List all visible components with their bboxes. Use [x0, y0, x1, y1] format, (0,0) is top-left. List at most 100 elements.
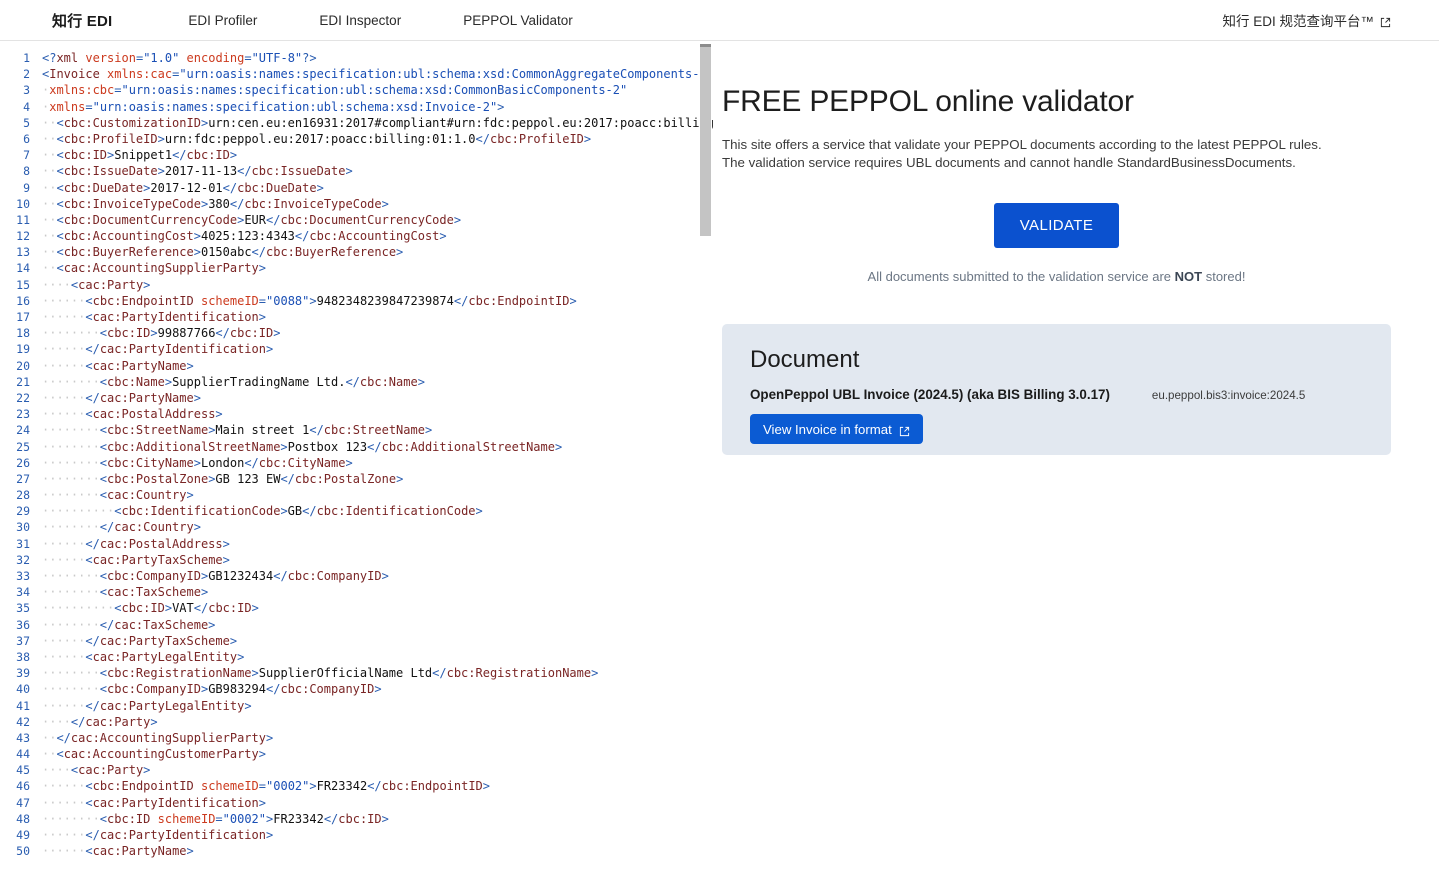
line-content: ········<cbc:AdditionalStreetName>Postbo…	[42, 439, 563, 454]
line-number: 43	[16, 730, 30, 745]
xml-editor-pane[interactable]: 1 <?xml version="1.0" encoding="UTF-8"?> 2…	[0, 41, 713, 874]
validator-pane: FREE PEPPOL online validator This site o…	[714, 41, 1439, 874]
code-line[interactable]: 39 ········<cbc:RegistrationName>Supplier…	[0, 665, 713, 681]
line-number: 10	[16, 196, 30, 211]
line-number: 4	[23, 99, 30, 114]
line-content: ······<cac:PartyIdentification>	[42, 310, 266, 324]
code-line[interactable]: 17 ······<cac:PartyIdentification>	[0, 309, 713, 325]
code-line[interactable]: 14 ··<cac:AccountingSupplierParty>	[0, 260, 713, 276]
line-number: 27	[16, 471, 30, 486]
line-content: ······<cac:PostalAddress>	[42, 407, 223, 422]
view-invoice-button-label: View Invoice in format	[763, 421, 892, 437]
code-line[interactable]: 50 ······<cac:PartyName>	[0, 843, 713, 859]
code-line[interactable]: 25 ········<cbc:AdditionalStreetName>Post…	[0, 439, 713, 455]
line-number: 5	[23, 115, 30, 130]
line-content: ········<cbc:PostalZone>GB 123 EW</cbc:P…	[42, 471, 404, 486]
nav-item-edi-profiler[interactable]: EDI Profiler	[188, 13, 257, 28]
line-number: 29	[16, 504, 30, 519]
code-line[interactable]: 9 ··<cbc:DueDate>2017-12-01</cbc:DueDate>	[0, 180, 713, 196]
code-line[interactable]: 36 ········</cac:TaxScheme>	[0, 617, 713, 633]
xml-code-lines[interactable]: 1 <?xml version="1.0" encoding="UTF-8"?> 2…	[0, 41, 713, 874]
code-line[interactable]: 22 ······</cac:PartyName>	[0, 390, 713, 406]
code-line[interactable]: 20 ······<cac:PartyName>	[0, 358, 713, 374]
line-number: 42	[16, 714, 30, 729]
intro-line-1: This site offers a service that validate…	[722, 137, 1322, 152]
code-line[interactable]: 10 ··<cbc:InvoiceTypeCode>380</cbc:Invoic…	[0, 196, 713, 212]
code-line[interactable]: 33 ········<cbc:CompanyID>GB1232434</cbc:…	[0, 568, 713, 584]
code-line[interactable]: 46 ······<cbc:EndpointID schemeID="0002">…	[0, 778, 713, 794]
code-line[interactable]: 37 ······</cac:PartyTaxScheme>	[0, 633, 713, 649]
code-line[interactable]: 29 ··········<cbc:IdentificationCode>GB</…	[0, 503, 713, 519]
code-line[interactable]: 34 ········<cac:TaxScheme>	[0, 584, 713, 600]
code-line[interactable]: 15 ····<cac:Party>	[0, 277, 713, 293]
line-number: 1	[23, 51, 30, 65]
code-line[interactable]: 30 ········</cac:Country>	[0, 519, 713, 535]
code-line[interactable]: 7 ··<cbc:ID>Snippet1</cbc:ID>	[0, 147, 713, 163]
code-line[interactable]: 42 ····</cac:Party>	[0, 714, 713, 730]
code-line[interactable]: 13 ··<cbc:BuyerReference>0150abc</cbc:Buy…	[0, 244, 713, 260]
line-content: ··········<cbc:ID>VAT</cbc:ID>	[42, 601, 259, 616]
line-number: 45	[16, 763, 30, 778]
external-link-icon	[1380, 16, 1391, 27]
line-content: ······<cac:PartyTaxScheme>	[42, 552, 230, 567]
line-content: ······</cac:PartyLegalEntity>	[42, 698, 252, 713]
line-content: ········<cbc:StreetName>Main street 1</c…	[42, 423, 433, 438]
code-line[interactable]: 27 ········<cbc:PostalZone>GB 123 EW</cbc…	[0, 471, 713, 487]
code-line[interactable]: 12 ··<cbc:AccountingCost>4025:123:4343</c…	[0, 228, 713, 244]
code-line[interactable]: 2 <Invoice xmlns:cac="urn:oasis:names:spe…	[0, 66, 713, 82]
line-number: 26	[16, 455, 30, 470]
line-number: 35	[16, 601, 30, 616]
line-number: 18	[16, 326, 30, 341]
line-content: ········<cbc:CompanyID>GB1232434</cbc:Co…	[42, 569, 389, 583]
code-line[interactable]: 6 ··<cbc:ProfileID>urn:fdc:peppol.eu:2017…	[0, 131, 713, 147]
code-line[interactable]: 47 ······<cac:PartyIdentification>	[0, 795, 713, 811]
code-line[interactable]: 49 ······</cac:PartyIdentification>	[0, 827, 713, 843]
code-line[interactable]: 24 ········<cbc:StreetName>Main street 1<…	[0, 422, 713, 438]
code-line[interactable]: 32 ······<cac:PartyTaxScheme>	[0, 552, 713, 568]
code-line[interactable]: 45 ····<cac:Party>	[0, 762, 713, 778]
top-navigation-bar: 知行 EDI EDI Profiler EDI Inspector PEPPOL…	[0, 0, 1439, 41]
line-number: 28	[16, 488, 30, 503]
code-line[interactable]: 31 ······</cac:PostalAddress>	[0, 536, 713, 552]
code-line[interactable]: 38 ······<cac:PartyLegalEntity>	[0, 649, 713, 665]
code-line[interactable]: 28 ········<cac:Country>	[0, 487, 713, 503]
validate-button[interactable]: VALIDATE	[993, 203, 1120, 248]
line-number: 13	[16, 245, 30, 260]
code-line[interactable]: 44 ··<cac:AccountingCustomerParty>	[0, 746, 713, 762]
brand-logo[interactable]: 知行 EDI	[52, 10, 112, 31]
line-content: ······<cac:PartyLegalEntity>	[42, 649, 245, 664]
code-line[interactable]: 41 ······</cac:PartyLegalEntity>	[0, 698, 713, 714]
code-line[interactable]: 3 ·xmlns:cbc="urn:oasis:names:specificati…	[0, 82, 713, 98]
line-number: 2	[23, 67, 30, 82]
line-number: 8	[23, 164, 30, 179]
line-content: ·xmlns:cbc="urn:oasis:names:specificatio…	[42, 83, 628, 98]
view-invoice-button[interactable]: View Invoice in format	[750, 414, 923, 444]
line-number: 41	[16, 698, 30, 713]
line-content: ········<cbc:RegistrationName>SupplierOf…	[42, 666, 599, 681]
code-line[interactable]: 43 ··</cac:AccountingSupplierParty>	[0, 730, 713, 746]
code-line[interactable]: 40 ········<cbc:CompanyID>GB983294</cbc:C…	[0, 681, 713, 697]
page-body: 1 <?xml version="1.0" encoding="UTF-8"?> 2…	[0, 41, 1439, 874]
line-content: ··<cbc:BuyerReference>0150abc</cbc:Buyer…	[42, 245, 404, 260]
code-line[interactable]: 21 ········<cbc:Name>SupplierTradingName …	[0, 374, 713, 390]
code-line[interactable]: 26 ········<cbc:CityName>London</cbc:City…	[0, 455, 713, 471]
line-content: ··<cbc:DocumentCurrencyCode>EUR</cbc:Doc…	[42, 212, 462, 227]
code-line[interactable]: 16 ······<cbc:EndpointID schemeID="0088">…	[0, 293, 713, 309]
spec-platform-link[interactable]: 知行 EDI 规范查询平台™	[1222, 10, 1391, 30]
code-line[interactable]: 23 ······<cac:PostalAddress>	[0, 406, 713, 422]
code-line[interactable]: 18 ········<cbc:ID>99887766</cbc:ID>	[0, 325, 713, 341]
code-line[interactable]: 4 ·xmlns="urn:oasis:names:specification:u…	[0, 99, 713, 115]
code-line[interactable]: 11 ··<cbc:DocumentCurrencyCode>EUR</cbc:D…	[0, 212, 713, 228]
line-number: 33	[16, 569, 30, 583]
code-line[interactable]: 19 ······</cac:PartyIdentification>	[0, 341, 713, 357]
editor-vertical-scrollbar-thumb[interactable]	[700, 44, 711, 236]
nav-item-peppol-validator[interactable]: PEPPOL Validator	[463, 13, 573, 28]
code-line[interactable]: 1 <?xml version="1.0" encoding="UTF-8"?>	[0, 50, 713, 66]
code-line[interactable]: 48 ········<cbc:ID schemeID="0002">FR2334…	[0, 811, 713, 827]
code-line[interactable]: 8 ··<cbc:IssueDate>2017-11-13</cbc:IssueD…	[0, 163, 713, 179]
line-content: ··<cbc:CustomizationID>urn:cen.eu:en1693…	[42, 115, 713, 130]
editor-vertical-scrollbar-track[interactable]	[700, 41, 712, 874]
nav-item-edi-inspector[interactable]: EDI Inspector	[319, 13, 401, 28]
code-line[interactable]: 5 ··<cbc:CustomizationID>urn:cen.eu:en169…	[0, 115, 713, 131]
code-line[interactable]: 35 ··········<cbc:ID>VAT</cbc:ID>	[0, 600, 713, 616]
